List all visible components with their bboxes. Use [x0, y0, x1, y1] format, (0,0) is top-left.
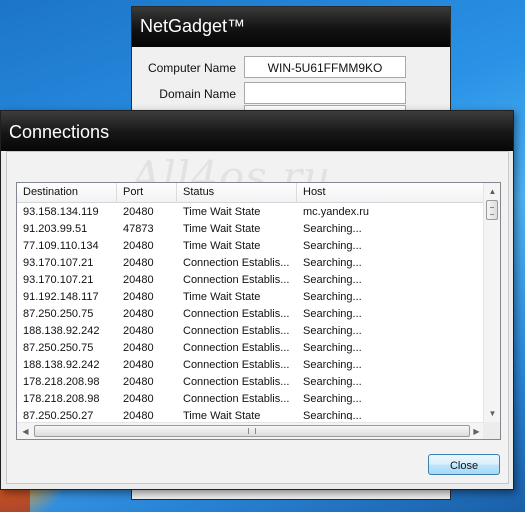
- computer-name-label: Computer Name: [147, 61, 236, 75]
- cell-port: 20480: [123, 359, 154, 371]
- cell-status: Connection Establis...: [183, 342, 290, 354]
- column-header-destination[interactable]: Destination: [17, 183, 117, 203]
- table-row[interactable]: 188.138.92.242 20480 Connection Establis…: [17, 323, 485, 340]
- cell-port: 47873: [123, 223, 154, 235]
- connections-client-area: All4os.ru Destination Port Status Host 9…: [6, 151, 509, 484]
- cell-host: Searching...: [303, 308, 362, 320]
- computer-name-row: Computer Name WIN-5U61FFMM9KO: [132, 56, 450, 82]
- computer-name-field[interactable]: WIN-5U61FFMM9KO: [244, 56, 406, 78]
- cell-host: Searching...: [303, 325, 362, 337]
- cell-status: Connection Establis...: [183, 274, 290, 286]
- scroll-left-icon[interactable]: ◀: [17, 423, 34, 439]
- cell-status: Time Wait State: [183, 410, 261, 420]
- vertical-scroll-thumb[interactable]: [486, 200, 498, 220]
- cell-port: 20480: [123, 410, 154, 420]
- cell-destination: 77.109.110.134: [23, 240, 99, 252]
- cell-port: 20480: [123, 274, 154, 286]
- cell-status: Time Wait State: [183, 223, 261, 235]
- cell-destination: 188.138.92.242: [23, 359, 100, 371]
- cell-destination: 93.158.134.119: [23, 206, 99, 218]
- table-row[interactable]: 178.218.208.98 20480 Connection Establis…: [17, 374, 485, 391]
- table-row[interactable]: 93.170.107.21 20480 Connection Establis.…: [17, 272, 485, 289]
- cell-host: Searching...: [303, 359, 362, 371]
- horizontal-scrollbar[interactable]: ◀ ▶: [17, 422, 485, 439]
- column-header-port[interactable]: Port: [117, 183, 177, 203]
- column-header-host[interactable]: Host: [297, 183, 485, 203]
- connections-title: Connections: [9, 122, 110, 142]
- cell-host: mc.yandex.ru: [303, 206, 370, 218]
- cell-destination: 87.250.250.75: [23, 342, 94, 354]
- table-row[interactable]: 87.250.250.27 20480 Time Wait State Sear…: [17, 408, 485, 420]
- cell-status: Connection Establis...: [183, 393, 290, 405]
- table-row[interactable]: 93.158.134.119 20480 Time Wait State mc.…: [17, 204, 485, 221]
- cell-host: Searching...: [303, 257, 362, 269]
- domain-name-field[interactable]: [244, 82, 406, 104]
- connections-titlebar[interactable]: Connections: [1, 111, 513, 151]
- cell-destination: 178.218.208.98: [23, 376, 100, 388]
- cell-status: Time Wait State: [183, 206, 261, 218]
- cell-destination: 91.192.148.117: [23, 291, 99, 303]
- list-header: Destination Port Status Host: [17, 183, 485, 203]
- cell-port: 20480: [123, 325, 154, 337]
- horizontal-scroll-thumb[interactable]: [34, 425, 470, 437]
- cell-host: Searching...: [303, 342, 362, 354]
- cell-port: 20480: [123, 342, 154, 354]
- cell-destination: 188.138.92.242: [23, 325, 100, 337]
- connections-window: Connections All4os.ru Destination Port S…: [0, 110, 514, 490]
- table-row[interactable]: 77.109.110.134 20480 Time Wait State Sea…: [17, 238, 485, 255]
- cell-port: 20480: [123, 257, 154, 269]
- netgadget-titlebar[interactable]: NetGadget™: [132, 7, 450, 47]
- domain-name-label: Domain Name: [159, 87, 236, 101]
- cell-host: Searching...: [303, 274, 362, 286]
- cell-port: 20480: [123, 376, 154, 388]
- table-row[interactable]: 91.203.99.51 47873 Time Wait State Searc…: [17, 221, 485, 238]
- cell-status: Connection Establis...: [183, 308, 290, 320]
- cell-status: Connection Establis...: [183, 257, 290, 269]
- column-header-status[interactable]: Status: [177, 183, 297, 203]
- cell-status: Connection Establis...: [183, 359, 290, 371]
- cell-destination: 87.250.250.27: [23, 410, 94, 420]
- cell-status: Time Wait State: [183, 240, 261, 252]
- vertical-scrollbar[interactable]: ▲ ▼: [483, 183, 500, 422]
- cell-port: 20480: [123, 291, 154, 303]
- cell-destination: 87.250.250.75: [23, 308, 94, 320]
- netgadget-form: Computer Name WIN-5U61FFMM9KO Domain Nam…: [132, 47, 450, 108]
- cell-host: Searching...: [303, 291, 362, 303]
- list-body: 93.158.134.119 20480 Time Wait State mc.…: [17, 204, 485, 420]
- scroll-down-icon[interactable]: ▼: [484, 405, 500, 422]
- cell-destination: 91.203.99.51: [23, 223, 88, 235]
- table-row[interactable]: 91.192.148.117 20480 Time Wait State Sea…: [17, 289, 485, 306]
- cell-status: Time Wait State: [183, 291, 261, 303]
- cell-host: Searching...: [303, 410, 362, 420]
- cell-host: Searching...: [303, 240, 362, 252]
- table-row[interactable]: 188.138.92.242 20480 Connection Establis…: [17, 357, 485, 374]
- close-button[interactable]: Close: [428, 454, 500, 475]
- table-row[interactable]: 87.250.250.75 20480 Connection Establis.…: [17, 306, 485, 323]
- cell-host: Searching...: [303, 393, 362, 405]
- scrollbar-corner: [483, 422, 500, 439]
- cell-port: 20480: [123, 308, 154, 320]
- cell-status: Connection Establis...: [183, 376, 290, 388]
- cell-status: Connection Establis...: [183, 325, 290, 337]
- cell-host: Searching...: [303, 223, 362, 235]
- table-row[interactable]: 178.218.208.98 20480 Connection Establis…: [17, 391, 485, 408]
- table-row[interactable]: 87.250.250.75 20480 Connection Establis.…: [17, 340, 485, 357]
- connections-list[interactable]: Destination Port Status Host 93.158.134.…: [16, 182, 501, 440]
- cell-destination: 93.170.107.21: [23, 257, 94, 269]
- scroll-up-icon[interactable]: ▲: [484, 183, 500, 200]
- table-row[interactable]: 93.170.107.21 20480 Connection Establis.…: [17, 255, 485, 272]
- cell-destination: 178.218.208.98: [23, 393, 100, 405]
- cell-destination: 93.170.107.21: [23, 274, 94, 286]
- cell-host: Searching...: [303, 376, 362, 388]
- netgadget-title: NetGadget™: [140, 16, 246, 36]
- cell-port: 20480: [123, 240, 154, 252]
- cell-port: 20480: [123, 206, 154, 218]
- cell-port: 20480: [123, 393, 154, 405]
